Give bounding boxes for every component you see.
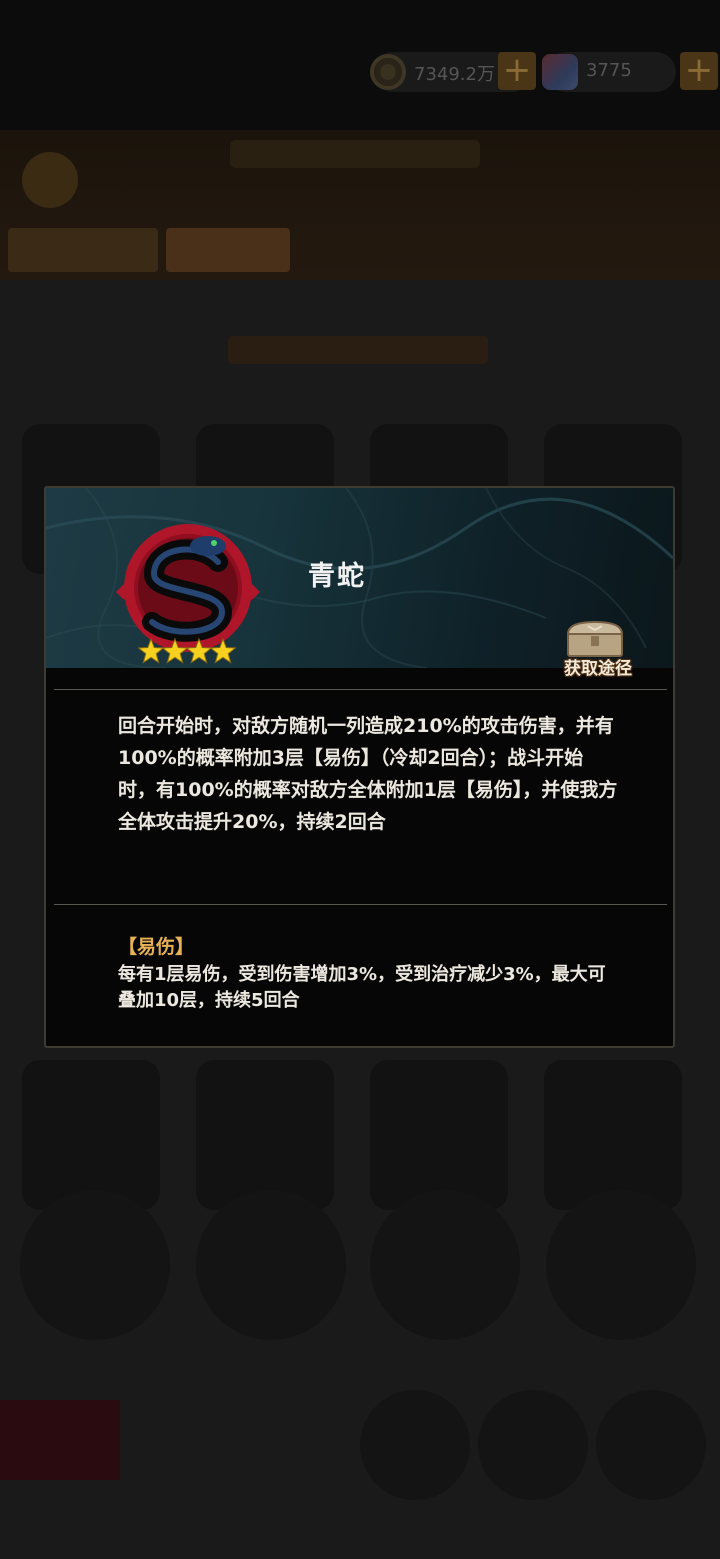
item-card[interactable] (360, 1390, 470, 1500)
plus-icon: + (502, 50, 532, 90)
item-card[interactable] (196, 1190, 346, 1340)
item-card[interactable] (370, 1190, 520, 1340)
divider (54, 689, 667, 690)
popup-header: 青蛇 获取途径 (46, 488, 673, 679)
item-card[interactable] (546, 1190, 696, 1340)
item-card[interactable] (544, 1060, 682, 1210)
skill-detail-popup: 青蛇 获取途径 回合开始时，对敌方随机一列造成210%的攻击伤害，并有100%的… (44, 486, 675, 1048)
item-card[interactable] (478, 1390, 588, 1500)
star-icon (209, 638, 237, 664)
divider (54, 904, 667, 905)
debuff-description: 每有1层易伤，受到伤害增加3%，受到治疗减少3%，最大可叠加10层，持续5回合 (118, 964, 606, 1011)
item-card[interactable] (196, 1060, 334, 1210)
banner-emblem (22, 152, 78, 208)
star-icon (161, 638, 189, 664)
add-gem-button[interactable]: + (680, 52, 718, 90)
debuff-title: 【易伤】 (118, 936, 195, 958)
star-icon (185, 638, 213, 664)
bottom-decoration (0, 1400, 120, 1480)
gem-icon (542, 54, 578, 90)
item-card[interactable] (596, 1390, 706, 1500)
item-card[interactable] (22, 1060, 160, 1210)
skill-description: 回合开始时，对敌方随机一列造成210%的攻击伤害，并有100%的概率附加3层【易… (118, 715, 618, 833)
tab[interactable] (166, 228, 290, 272)
item-card[interactable] (370, 1060, 508, 1210)
banner-title-bar (230, 140, 480, 168)
acquire-route-label: 获取途径 (564, 659, 632, 679)
star-icon (138, 638, 165, 664)
add-coin-button[interactable]: + (498, 52, 536, 90)
item-card[interactable] (20, 1190, 170, 1340)
section-strip (228, 336, 488, 364)
plus-icon: + (684, 50, 714, 90)
gem-amount: 3775 (586, 60, 632, 81)
tab[interactable] (8, 228, 158, 272)
star-rating (138, 638, 237, 664)
skill-name: 青蛇 (308, 561, 366, 592)
treasure-chest-icon (566, 620, 624, 657)
coin-icon (370, 54, 406, 90)
coin-amount: 7349.2万 (414, 64, 495, 85)
acquire-route-button[interactable]: 获取途径 (552, 620, 636, 682)
